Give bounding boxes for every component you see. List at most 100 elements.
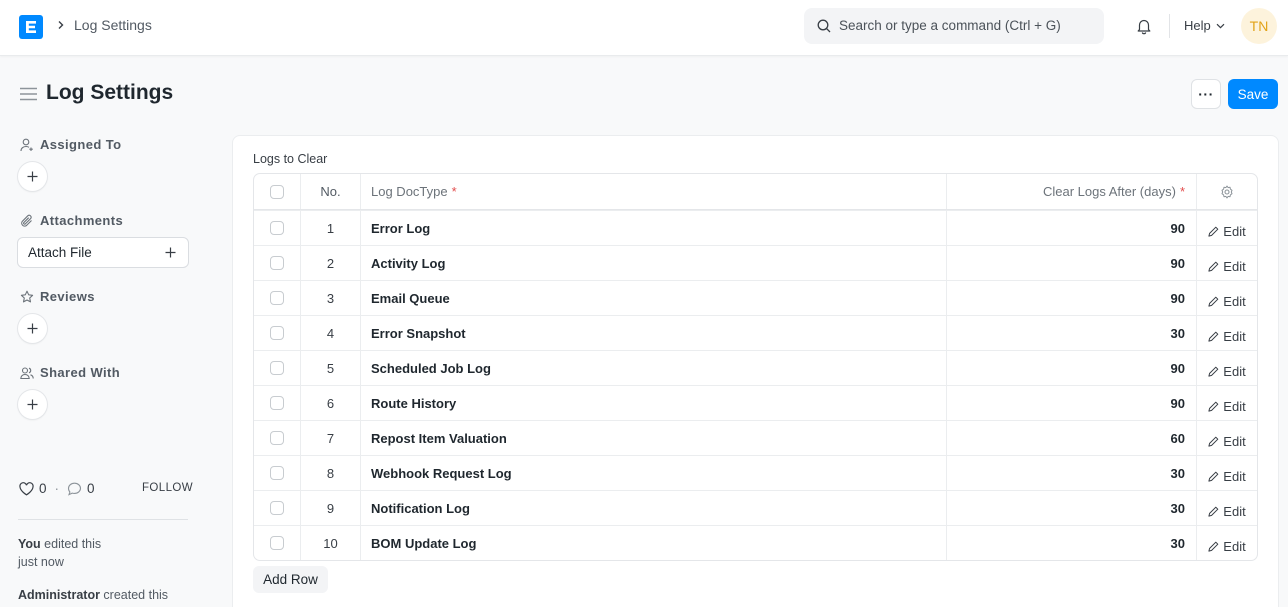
row-clear-logs-after[interactable]: 30: [947, 316, 1197, 350]
logs-to-clear-label: Logs to Clear: [253, 152, 328, 166]
users-icon: [20, 366, 34, 379]
row-clear-logs-after[interactable]: 90: [947, 246, 1197, 280]
help-label: Help: [1184, 18, 1211, 33]
row-checkbox[interactable]: [270, 256, 284, 270]
more-actions-button[interactable]: ···: [1191, 79, 1221, 109]
row-checkbox[interactable]: [270, 396, 284, 410]
table-row[interactable]: 2 Activity Log 90 Edit: [254, 245, 1257, 280]
comment-icon[interactable]: [67, 482, 82, 496]
row-number: 3: [301, 281, 361, 315]
row-checkbox-cell: [254, 246, 301, 280]
attach-file-label: Attach File: [28, 245, 92, 260]
row-log-doctype[interactable]: Email Queue: [361, 281, 947, 315]
row-clear-logs-after[interactable]: 90: [947, 281, 1197, 315]
row-clear-logs-after[interactable]: 60: [947, 421, 1197, 455]
heart-icon[interactable]: [19, 481, 34, 496]
row-checkbox[interactable]: [270, 466, 284, 480]
table-row[interactable]: 5 Scheduled Job Log 90 Edit: [254, 350, 1257, 385]
add-assignee-button[interactable]: [18, 162, 47, 191]
plus-icon: [27, 323, 38, 334]
row-checkbox[interactable]: [270, 361, 284, 375]
activity-actor: You: [18, 537, 41, 551]
table-row[interactable]: 6 Route History 90 Edit: [254, 385, 1257, 420]
row-number: 8: [301, 456, 361, 490]
sidebar-toggle-icon[interactable]: [20, 87, 37, 101]
row-log-doctype[interactable]: Error Snapshot: [361, 316, 947, 350]
table-row[interactable]: 7 Repost Item Valuation 60 Edit: [254, 420, 1257, 455]
table-row[interactable]: 4 Error Snapshot 30 Edit: [254, 315, 1257, 350]
row-log-doctype[interactable]: Route History: [361, 386, 947, 420]
add-share-button[interactable]: [18, 390, 47, 419]
edit-label: Edit: [1223, 538, 1246, 554]
row-checkbox[interactable]: [270, 291, 284, 305]
row-edit-button[interactable]: Edit: [1197, 246, 1257, 280]
pencil-icon: [1208, 541, 1219, 552]
breadcrumb-log-settings[interactable]: Log Settings: [74, 17, 152, 33]
row-clear-logs-after[interactable]: 90: [947, 211, 1197, 245]
header-no: No.: [301, 174, 361, 209]
row-log-doctype[interactable]: BOM Update Log: [361, 526, 947, 560]
row-clear-logs-after[interactable]: 30: [947, 491, 1197, 525]
row-checkbox[interactable]: [270, 431, 284, 445]
table-row[interactable]: 10 BOM Update Log 30 Edit: [254, 525, 1257, 560]
user-avatar[interactable]: TN: [1241, 8, 1277, 44]
save-button[interactable]: Save: [1228, 79, 1278, 109]
notification-bell-icon[interactable]: [1135, 17, 1153, 35]
select-all-checkbox[interactable]: [270, 184, 284, 199]
pencil-icon: [1208, 401, 1219, 412]
row-checkbox[interactable]: [270, 501, 284, 515]
gear-icon[interactable]: [1220, 185, 1234, 199]
table-row[interactable]: 1 Error Log 90 Edit: [254, 210, 1257, 245]
row-clear-logs-after[interactable]: 30: [947, 456, 1197, 490]
pencil-icon: [1208, 506, 1219, 517]
row-edit-button[interactable]: Edit: [1197, 491, 1257, 525]
add-review-button[interactable]: [18, 314, 47, 343]
row-clear-logs-after[interactable]: 90: [947, 351, 1197, 385]
shared-with-section: Shared With: [20, 365, 120, 380]
row-edit-button[interactable]: Edit: [1197, 281, 1257, 315]
row-log-doctype[interactable]: Notification Log: [361, 491, 947, 525]
page-title: Log Settings: [46, 81, 174, 104]
attach-file-button[interactable]: Attach File: [17, 237, 189, 268]
activity-item: Administrator created this: [18, 586, 168, 604]
row-checkbox[interactable]: [270, 536, 284, 550]
row-log-doctype[interactable]: Webhook Request Log: [361, 456, 947, 490]
table-row[interactable]: 9 Notification Log 30 Edit: [254, 490, 1257, 525]
row-log-doctype[interactable]: Error Log: [361, 211, 947, 245]
row-edit-button[interactable]: Edit: [1197, 351, 1257, 385]
navbar-divider: [1169, 14, 1170, 38]
search-input[interactable]: Search or type a command (Ctrl + G): [839, 18, 1061, 33]
row-log-doctype[interactable]: Scheduled Job Log: [361, 351, 947, 385]
table-body: 1 Error Log 90 Edit 2 Activity Log 90 Ed…: [254, 210, 1257, 560]
row-number: 6: [301, 386, 361, 420]
row-checkbox[interactable]: [270, 221, 284, 235]
row-checkbox[interactable]: [270, 326, 284, 340]
header-clear-logs-after: Clear Logs After (days) *: [947, 174, 1197, 209]
search-bar[interactable]: Search or type a command (Ctrl + G): [804, 8, 1104, 44]
row-edit-button[interactable]: Edit: [1197, 456, 1257, 490]
follow-button[interactable]: FOLLOW: [142, 482, 193, 494]
plus-icon: [27, 399, 38, 410]
row-number: 9: [301, 491, 361, 525]
app-logo[interactable]: [19, 15, 43, 39]
header-clear-logs-after-label: Clear Logs After (days): [1042, 184, 1176, 199]
plus-icon: [165, 247, 176, 258]
row-log-doctype[interactable]: Activity Log: [361, 246, 947, 280]
table-row[interactable]: 8 Webhook Request Log 30 Edit: [254, 455, 1257, 490]
help-dropdown[interactable]: Help: [1184, 18, 1225, 33]
column-settings-cell[interactable]: [1197, 174, 1257, 209]
row-edit-button[interactable]: Edit: [1197, 526, 1257, 560]
chevron-down-icon: [1216, 23, 1225, 29]
table-row[interactable]: 3 Email Queue 90 Edit: [254, 280, 1257, 315]
row-edit-button[interactable]: Edit: [1197, 386, 1257, 420]
row-edit-button[interactable]: Edit: [1197, 211, 1257, 245]
row-clear-logs-after[interactable]: 30: [947, 526, 1197, 560]
add-row-button[interactable]: Add Row: [253, 566, 328, 593]
row-clear-logs-after[interactable]: 90: [947, 386, 1197, 420]
row-edit-button[interactable]: Edit: [1197, 421, 1257, 455]
activity-time: just now: [18, 555, 64, 569]
row-number: 7: [301, 421, 361, 455]
row-checkbox-cell: [254, 386, 301, 420]
row-log-doctype[interactable]: Repost Item Valuation: [361, 421, 947, 455]
row-edit-button[interactable]: Edit: [1197, 316, 1257, 350]
